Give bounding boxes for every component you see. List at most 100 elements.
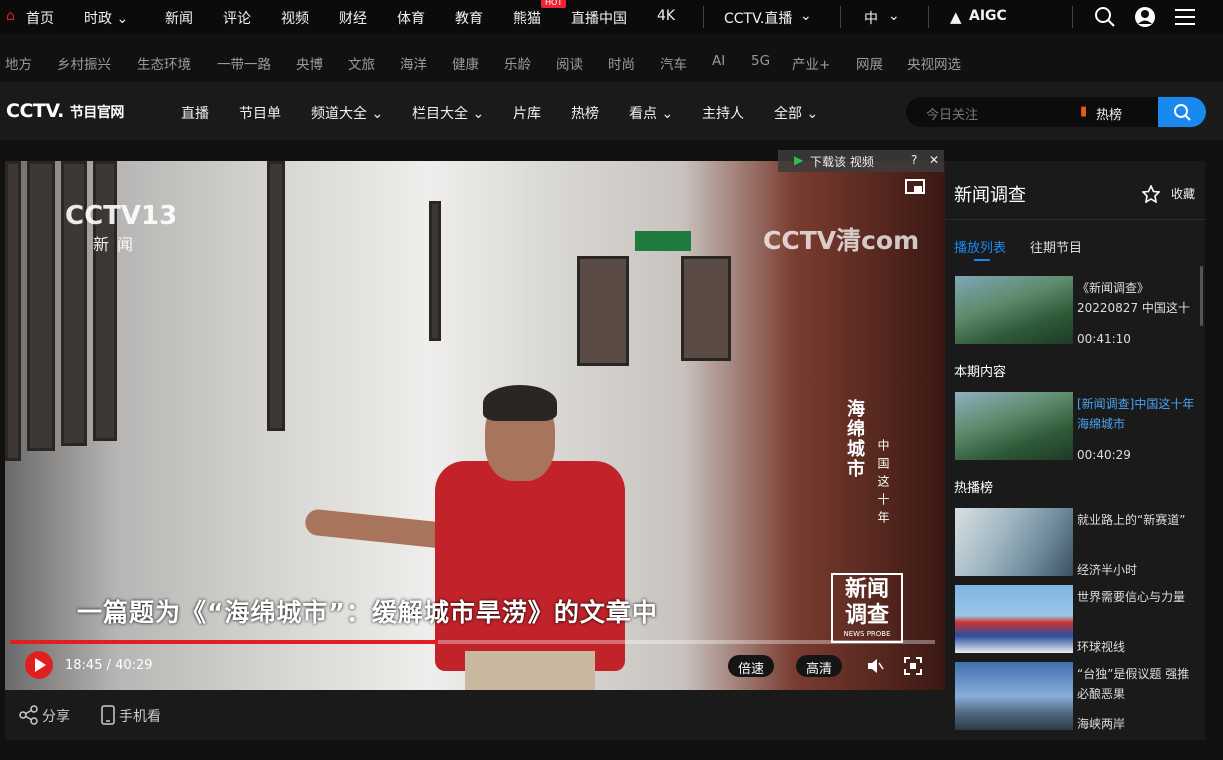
nav-home[interactable]: 首页 [26, 8, 54, 28]
hot-list-item[interactable]: “台独”是假议题 强推必酿恶果 海峡两岸 [955, 662, 1195, 732]
nav-comment[interactable]: 评论 [223, 8, 251, 28]
category-auto[interactable]: 汽车 [660, 53, 687, 73]
category-rural[interactable]: 乡村振兴 [57, 53, 111, 73]
volume-icon[interactable] [866, 657, 884, 675]
help-icon[interactable]: ? [911, 153, 917, 167]
mobile-watch-button[interactable]: 手机看 [119, 706, 161, 726]
nav-education[interactable]: 教育 [455, 8, 483, 28]
program-nav-hot[interactable]: 热榜 [571, 103, 599, 123]
pip-icon[interactable] [905, 179, 925, 195]
nav-divider [1072, 6, 1073, 28]
search-icon[interactable] [1094, 6, 1116, 28]
wall-frame [577, 256, 629, 366]
channel-logo: CCTV13 新闻 [65, 201, 177, 255]
category-belt-road[interactable]: 一带一路 [217, 53, 271, 73]
hot-list-item[interactable]: 世界需要信心与力量 环球视线 [955, 585, 1195, 655]
hot-item-source: 环球视线 [1077, 640, 1126, 654]
program-sidebar: 新闻调查 收藏 播放列表 往期节目 《新闻调查》20220827 中国这十 00… [945, 161, 1205, 740]
sidebar-scrollbar[interactable] [1200, 266, 1203, 326]
playlist-item[interactable]: 《新闻调查》20220827 中国这十 00:41:10 [955, 276, 1195, 346]
wall-frame [27, 161, 55, 451]
program-nav-all[interactable]: 全部 ⌄ [774, 103, 818, 123]
category-elderly[interactable]: 乐龄 [504, 53, 531, 73]
time-display: 18:45 / 40:29 [65, 658, 153, 673]
cctv-logo[interactable]: CCTV. 节目官网 [6, 100, 124, 122]
search-icon [1174, 104, 1191, 121]
search-input[interactable]: 今日关注 [926, 104, 978, 123]
channel-logo-text: CCTV13 [65, 201, 178, 231]
share-button[interactable]: 分享 [42, 706, 70, 726]
program-nav-hosts[interactable]: 主持人 [702, 103, 744, 123]
category-local[interactable]: 地方 [5, 53, 32, 73]
program-nav-library[interactable]: 片库 [513, 103, 541, 123]
speed-button[interactable]: 倍速 [728, 655, 775, 677]
nav-news[interactable]: 新闻 [165, 8, 193, 28]
logo-text: CCTV. [6, 100, 64, 122]
category-exhibition[interactable]: 网展 [856, 53, 883, 73]
nav-live-china[interactable]: 直播中国 [571, 8, 627, 28]
playlist-item-title: 《新闻调查》20220827 中国这十 [1077, 281, 1190, 315]
current-episode-duration: 00:40:29 [1077, 448, 1131, 462]
hot-list-link[interactable]: 热榜 [1096, 104, 1122, 123]
category-yangbo[interactable]: 央博 [296, 53, 323, 73]
nav-cctv-live[interactable]: CCTV.直播 [724, 8, 792, 28]
nav-politics[interactable]: 时政 ⌄ [84, 8, 128, 28]
play-icon: ▶ [794, 153, 804, 167]
tab-past-episodes[interactable]: 往期节目 [1030, 237, 1082, 256]
program-nav-schedule[interactable]: 节目单 [239, 103, 281, 123]
program-search[interactable]: 今日关注 ▮ 热榜 [906, 97, 1206, 127]
play-pause-icon[interactable] [24, 650, 54, 680]
nav-video[interactable]: 视频 [281, 8, 309, 28]
progress-bar[interactable] [10, 640, 935, 644]
program-nav-channels[interactable]: 频道大全 ⌄ [311, 103, 383, 123]
nav-sports[interactable]: 体育 [397, 8, 425, 28]
aigc-logo[interactable]: ▲ [950, 8, 962, 26]
program-logo: 新闻调查 NEWS PROBE [831, 573, 903, 643]
category-fashion[interactable]: 时尚 [608, 53, 635, 73]
download-label[interactable]: 下载该 视频 [810, 153, 874, 170]
category-health[interactable]: 健康 [452, 53, 479, 73]
program-nav-columns[interactable]: 栏目大全 ⌄ [412, 103, 484, 123]
playlist-thumbnail [955, 276, 1073, 344]
category-5g[interactable]: 5G [751, 53, 770, 69]
category-ocean[interactable]: 海洋 [400, 53, 427, 73]
video-player[interactable]: CCTV13 新闻 CCTV清com 海绵城市 中国这十年 一篇题为《“海绵城市”… [5, 161, 945, 690]
program-nav-highlights[interactable]: 看点 ⌄ [629, 103, 673, 123]
category-culture[interactable]: 文旅 [348, 53, 375, 73]
close-icon[interactable]: ✕ [929, 153, 939, 167]
download-bar[interactable]: ▶ 下载该 视频 ? ✕ [778, 150, 944, 172]
category-shop[interactable]: 央视网选 [907, 53, 961, 73]
hot-list-item[interactable]: 就业路上的“新赛道” 经济半小时 [955, 508, 1195, 578]
mobile-icon[interactable] [100, 705, 116, 725]
nav-4k[interactable]: 4K [657, 8, 675, 24]
chevron-down-icon[interactable]: ⌄ [800, 8, 812, 24]
wall-frame [5, 161, 21, 461]
fullscreen-icon[interactable] [904, 657, 922, 675]
user-icon[interactable] [1134, 6, 1156, 28]
program-nav-live[interactable]: 直播 [181, 103, 209, 123]
home-icon[interactable]: ⌂ [6, 8, 15, 24]
watermark: CCTV清com [763, 226, 920, 255]
category-reading[interactable]: 阅读 [556, 53, 583, 73]
nav-aigc[interactable]: AIGC [969, 8, 1007, 24]
star-icon[interactable] [1142, 185, 1160, 203]
category-industry[interactable]: 产业+ [792, 53, 830, 73]
nav-finance[interactable]: 财经 [339, 8, 367, 28]
program-logo-text: 新闻调查 [844, 577, 889, 628]
share-icon[interactable] [19, 705, 39, 725]
current-episode-title: [新闻调查]中国这十年 海绵城市 [1077, 397, 1195, 431]
nav-panda[interactable]: 熊猫 [513, 8, 541, 28]
tab-playlist[interactable]: 播放列表 [954, 237, 1006, 261]
search-button[interactable] [1158, 97, 1206, 127]
category-ecology[interactable]: 生态环境 [137, 53, 191, 73]
subtitle-caption: 一篇题为《“海绵城市”：缓解城市旱涝》的文章中 [77, 598, 658, 627]
chevron-down-icon[interactable]: ⌄ [888, 8, 900, 24]
quality-button[interactable]: 高清 [796, 655, 843, 677]
episode-title-vertical: 海绵城市 [844, 399, 865, 479]
favorite-button[interactable]: 收藏 [1171, 185, 1195, 202]
nav-language[interactable]: 中 [864, 8, 878, 28]
hot-item-thumbnail [955, 662, 1073, 730]
menu-icon[interactable] [1174, 7, 1196, 27]
category-ai[interactable]: AI [712, 53, 725, 69]
current-episode-item[interactable]: [新闻调查]中国这十年 海绵城市 00:40:29 [955, 392, 1195, 462]
